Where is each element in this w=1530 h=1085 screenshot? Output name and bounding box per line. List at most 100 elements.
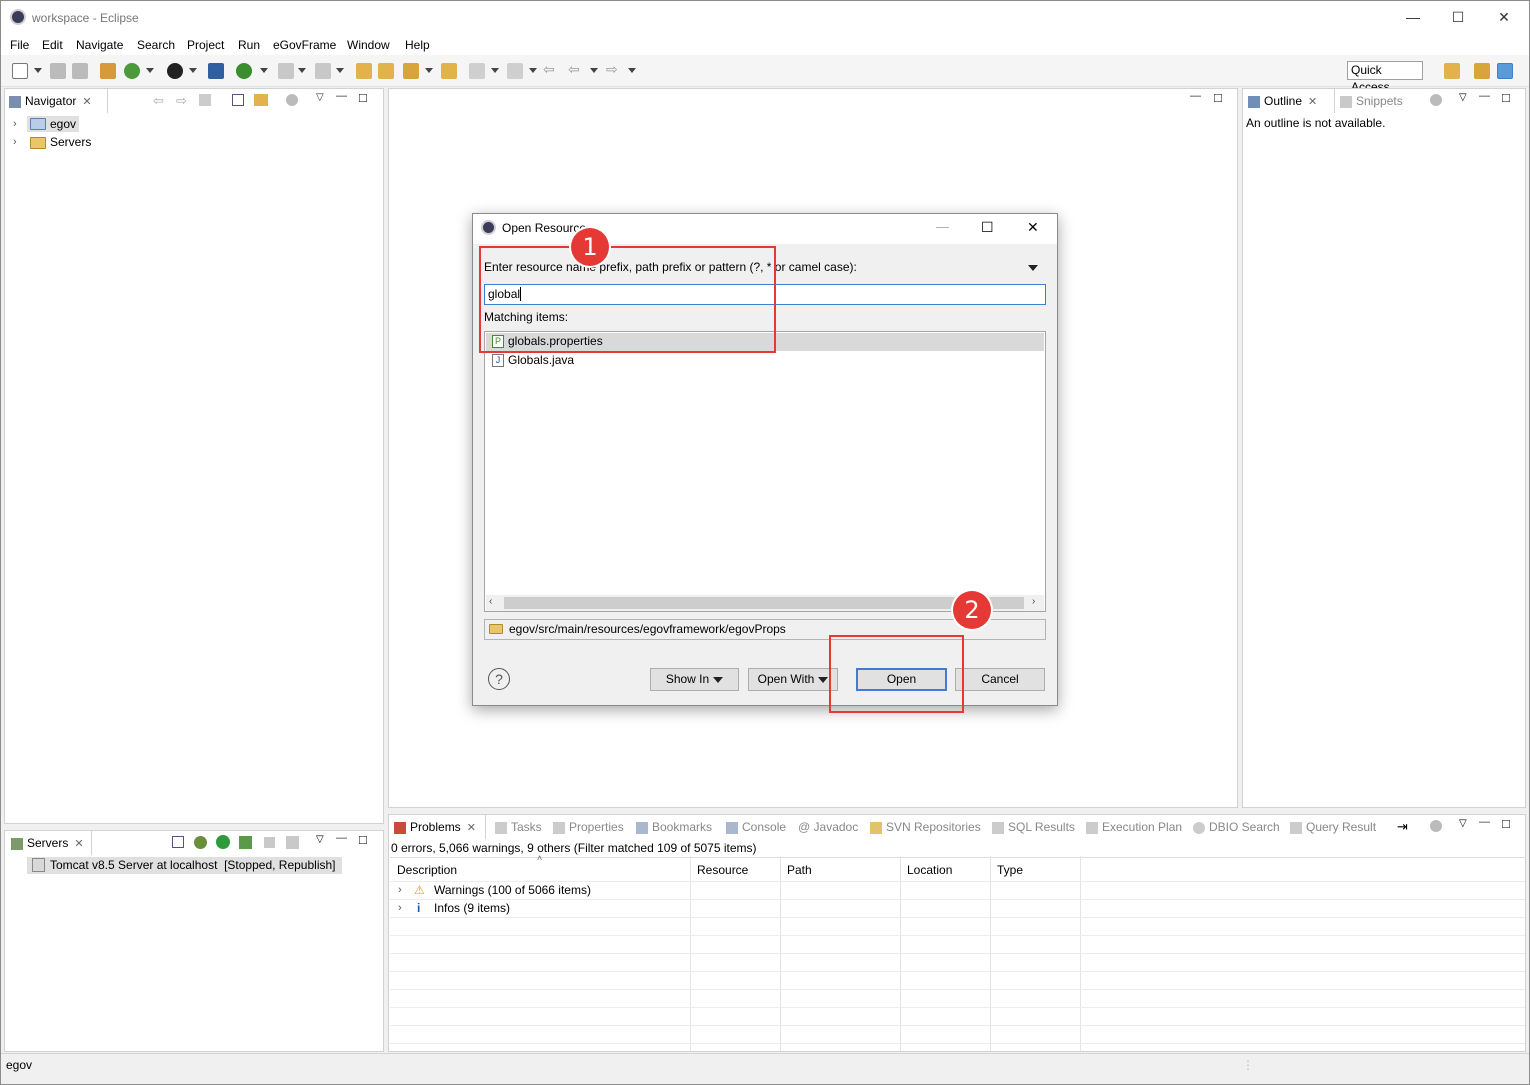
dialog-maximize-button[interactable]: ☐: [981, 219, 994, 236]
minimize-view-icon[interactable]: —: [1479, 816, 1490, 828]
collapse-all-icon[interactable]: [232, 94, 244, 106]
stop-server-icon[interactable]: [264, 837, 275, 848]
menu-file[interactable]: File: [10, 38, 29, 52]
tab-javadoc[interactable]: @ Javadoc: [798, 815, 858, 839]
dialog-minimize-button[interactable]: —: [936, 219, 949, 234]
refresh-icon[interactable]: [124, 63, 140, 79]
save-all-icon[interactable]: [72, 63, 88, 79]
menu-search[interactable]: Search: [137, 38, 175, 52]
tab-servers[interactable]: Servers ✕: [11, 831, 84, 855]
forward-dropdown-icon[interactable]: [628, 68, 636, 73]
egov-perspective-icon[interactable]: [1497, 63, 1513, 79]
expand-arrow-icon[interactable]: ›: [398, 884, 402, 896]
java-ee-perspective-icon[interactable]: [1474, 63, 1490, 79]
new-dropdown-icon[interactable]: [34, 68, 42, 73]
view-dropdown-icon[interactable]: ▽: [316, 92, 324, 103]
nav-back-icon[interactable]: ⇦: [153, 93, 164, 109]
tree-item-egov[interactable]: egov: [50, 117, 76, 131]
last-edit-icon[interactable]: ⇦: [543, 61, 555, 78]
maximize-view-icon[interactable]: ☐: [358, 92, 368, 105]
menu-project[interactable]: Project: [187, 38, 224, 52]
close-tab-icon[interactable]: ✕: [82, 96, 91, 108]
start-server-icon[interactable]: [216, 835, 230, 849]
pencil-icon[interactable]: [403, 63, 419, 79]
view-menu-icon[interactable]: [1430, 94, 1442, 106]
quick-access-field[interactable]: Quick Access: [1347, 61, 1423, 94]
view-dropdown-icon[interactable]: ▽: [316, 834, 324, 845]
maximize-view-icon[interactable]: ☐: [1501, 818, 1511, 831]
tab-execution-plan[interactable]: Execution Plan: [1086, 815, 1182, 839]
infos-row[interactable]: Infos (9 items): [434, 901, 510, 915]
nav-forward-icon[interactable]: ⇨: [176, 93, 187, 109]
matching-items-list[interactable]: [484, 331, 1046, 612]
scrollbar-thumb[interactable]: [504, 597, 1024, 609]
server-entry[interactable]: Tomcat v8.5 Server at localhost [Stopped…: [50, 858, 336, 872]
tab-tasks[interactable]: Tasks: [495, 815, 542, 839]
column-description[interactable]: Description: [397, 859, 457, 881]
menu-navigate[interactable]: Navigate: [76, 38, 123, 52]
tab-navigator[interactable]: Navigator ✕: [9, 89, 92, 113]
close-tab-icon[interactable]: ✕: [467, 822, 476, 834]
view-menu-icon[interactable]: [1430, 820, 1442, 832]
open-project-icon[interactable]: [378, 63, 394, 79]
column-type[interactable]: Type: [997, 859, 1023, 881]
tab-bookmarks[interactable]: Bookmarks: [636, 815, 712, 839]
tab-problems[interactable]: Problems ✕: [394, 815, 476, 839]
link-editor-icon[interactable]: [254, 94, 268, 106]
show-in-button[interactable]: Show In: [650, 668, 739, 691]
tab-outline[interactable]: Outline ✕: [1248, 89, 1317, 113]
maximize-view-icon[interactable]: ☐: [358, 834, 368, 847]
egov-wizard-icon[interactable]: [100, 63, 116, 79]
column-resource[interactable]: Resource: [697, 859, 748, 881]
open-task-icon[interactable]: [441, 63, 457, 79]
open-with-button[interactable]: Open With: [748, 668, 838, 691]
debug-icon[interactable]: [236, 63, 252, 79]
monitor-icon[interactable]: [208, 63, 224, 79]
minimize-view-icon[interactable]: —: [1479, 90, 1490, 102]
stop-dropdown-icon[interactable]: [298, 68, 306, 73]
dialog-close-button[interactable]: ✕: [1027, 219, 1039, 236]
pencil-dropdown-icon[interactable]: [425, 68, 433, 73]
menu-edit[interactable]: Edit: [42, 38, 63, 52]
back-icon[interactable]: ⇦: [568, 61, 580, 78]
scroll-left-icon[interactable]: ‹: [489, 596, 492, 607]
editor-minimize-icon[interactable]: —: [1190, 90, 1201, 102]
prev-annotation-icon[interactable]: [507, 63, 523, 79]
tab-svn-repositories[interactable]: SVN Repositories: [870, 815, 981, 839]
prev-annotation-dropdown-icon[interactable]: [529, 68, 537, 73]
open-folder-icon[interactable]: [356, 63, 372, 79]
more-tabs-icon[interactable]: ⇥: [1397, 819, 1408, 835]
stop-icon[interactable]: [278, 63, 294, 79]
expand-arrow-icon[interactable]: ›: [13, 136, 17, 148]
expand-arrow-icon[interactable]: ›: [398, 902, 402, 914]
expand-arrow-icon[interactable]: ›: [13, 118, 17, 130]
editor-maximize-icon[interactable]: ☐: [1213, 92, 1223, 105]
new-icon[interactable]: [12, 63, 28, 79]
build-icon[interactable]: [315, 63, 331, 79]
view-dropdown-icon[interactable]: ▽: [1459, 92, 1467, 103]
minimize-button[interactable]: —: [1398, 6, 1428, 28]
open-perspective-icon[interactable]: [1444, 63, 1460, 79]
cancel-button[interactable]: Cancel: [955, 668, 1045, 691]
user-icon[interactable]: [167, 63, 183, 79]
close-window-button[interactable]: ✕: [1489, 6, 1519, 28]
match-item-globals-java[interactable]: Globals.java: [508, 353, 574, 367]
publish-icon[interactable]: [286, 836, 299, 849]
minimize-view-icon[interactable]: —: [336, 832, 347, 844]
menu-help[interactable]: Help: [405, 38, 430, 52]
debug-server-icon[interactable]: [194, 836, 207, 849]
debug-dropdown-icon[interactable]: [260, 68, 268, 73]
tab-sql-results[interactable]: SQL Results: [992, 815, 1075, 839]
minimize-view-icon[interactable]: —: [336, 90, 347, 102]
next-annotation-dropdown-icon[interactable]: [491, 68, 499, 73]
build-dropdown-icon[interactable]: [336, 68, 344, 73]
tab-query-result[interactable]: Query Result: [1290, 815, 1376, 839]
view-menu-icon[interactable]: [286, 94, 298, 106]
tree-item-servers[interactable]: Servers: [50, 135, 91, 149]
menu-egovframe[interactable]: eGovFrame: [273, 38, 336, 52]
close-tab-icon[interactable]: ✕: [74, 838, 83, 850]
column-location[interactable]: Location: [907, 859, 952, 881]
tab-console[interactable]: Console: [726, 815, 786, 839]
back-dropdown-icon[interactable]: [590, 68, 598, 73]
close-tab-icon[interactable]: ✕: [1308, 96, 1317, 108]
